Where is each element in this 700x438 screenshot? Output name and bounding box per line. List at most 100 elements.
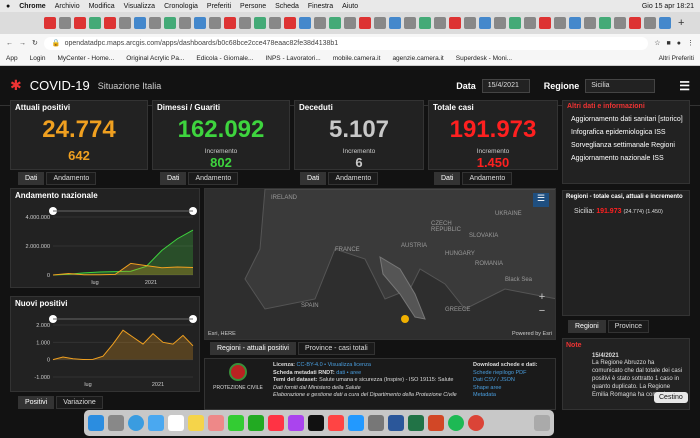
extensions-icon[interactable]: ■ — [667, 40, 671, 47]
date-select[interactable]: 15/4/2021 — [481, 78, 530, 93]
tab-favicon[interactable] — [479, 17, 491, 29]
link-item[interactable]: Infografica epidemiologica ISS — [571, 129, 685, 136]
tab-favicon[interactable] — [164, 17, 176, 29]
tab-favicon[interactable] — [209, 17, 221, 29]
link-item[interactable]: Sorveglianza settimanale Regioni — [571, 142, 685, 149]
tab-favicon[interactable] — [74, 17, 86, 29]
tab-favicon[interactable] — [224, 17, 236, 29]
tab-andamento[interactable]: Andamento — [188, 172, 239, 185]
spotify-icon[interactable] — [448, 415, 464, 431]
tab-variazione[interactable]: Variazione — [56, 396, 103, 409]
tab-province-map[interactable]: Province - casi totali — [297, 342, 375, 355]
mail-icon[interactable] — [148, 415, 164, 431]
tab-favicon[interactable] — [44, 17, 56, 29]
tab-favicon[interactable] — [629, 17, 641, 29]
tab-province[interactable]: Province — [607, 320, 649, 333]
appstore-icon[interactable] — [348, 415, 364, 431]
esri-credit[interactable]: Powered by Esri — [512, 331, 552, 337]
forward-icon[interactable]: → — [19, 40, 26, 47]
sicily-marker[interactable] — [401, 315, 409, 323]
tab-favicon[interactable] — [284, 17, 296, 29]
bookmark-acrylic[interactable]: Original Acrylic Pa... — [126, 55, 184, 62]
list-icon[interactable]: ☰ — [533, 193, 549, 207]
photos-icon[interactable] — [208, 415, 224, 431]
tab-favicon[interactable] — [434, 17, 446, 29]
settings-icon[interactable] — [368, 415, 384, 431]
link-item[interactable]: Aggiornamento dati sanitari [storico] — [571, 116, 685, 123]
menu-modifica[interactable]: Modifica — [89, 3, 115, 10]
new-tab-icon[interactable]: + — [678, 17, 684, 29]
bookmark-inps[interactable]: INPS - Lavoratori... — [265, 55, 320, 62]
apple-icon[interactable]: ● — [6, 3, 10, 10]
tab-favicon[interactable] — [599, 17, 611, 29]
clock[interactable]: Gio 15 apr 18:21 — [642, 3, 694, 10]
podcasts-icon[interactable] — [288, 415, 304, 431]
tab-favicon[interactable] — [584, 17, 596, 29]
tab-dati[interactable]: Dati — [160, 172, 187, 185]
menu-preferiti[interactable]: Preferiti — [207, 3, 231, 10]
menu-icon[interactable]: ☰ — [679, 79, 690, 93]
tv-icon[interactable] — [308, 415, 324, 431]
tab-favicon[interactable] — [269, 17, 281, 29]
tab-andamento[interactable]: Andamento — [46, 172, 97, 185]
tab-favicon[interactable] — [374, 17, 386, 29]
tab-favicon[interactable] — [344, 17, 356, 29]
bookmark-login[interactable]: Login — [30, 55, 46, 62]
zoom-out-button[interactable]: − — [535, 305, 549, 319]
music-icon[interactable] — [268, 415, 284, 431]
tab-favicon[interactable] — [134, 17, 146, 29]
tab-favicon[interactable] — [464, 17, 476, 29]
tab-favicon[interactable] — [359, 17, 371, 29]
calendar-icon[interactable] — [168, 415, 184, 431]
trash-icon[interactable] — [534, 415, 550, 431]
bookmark-camera[interactable]: mobile.camera.it — [333, 55, 381, 62]
menu-visualizza[interactable]: Visualizza — [124, 3, 155, 10]
launchpad-icon[interactable] — [108, 415, 124, 431]
menu-cronologia[interactable]: Cronologia — [164, 3, 198, 10]
tab-favicon[interactable] — [614, 17, 626, 29]
tab-favicon[interactable] — [239, 17, 251, 29]
more-icon[interactable]: ⋮ — [687, 39, 694, 47]
tab-favicon[interactable] — [299, 17, 311, 29]
download-link[interactable]: Shape aree — [473, 385, 555, 393]
notes-icon[interactable] — [188, 415, 204, 431]
tab-positivi[interactable]: Positivi — [18, 396, 55, 409]
menu-scheda[interactable]: Scheda — [275, 3, 299, 10]
menu-finestra[interactable]: Finestra — [308, 3, 333, 10]
region-select[interactable]: Sicilia — [585, 78, 656, 93]
tab-favicon[interactable] — [449, 17, 461, 29]
tab-andamento[interactable]: Andamento — [328, 172, 379, 185]
tab-dati[interactable]: Dati — [18, 172, 45, 185]
tab-dati[interactable]: Dati — [300, 172, 327, 185]
tab-regioni-map[interactable]: Regioni - attuali positivi — [210, 342, 296, 355]
tab-favicon[interactable] — [404, 17, 416, 29]
tab-favicon[interactable] — [89, 17, 101, 29]
tab-favicon[interactable] — [644, 17, 656, 29]
tab-favicon[interactable] — [389, 17, 401, 29]
menu-archivio[interactable]: Archivio — [55, 3, 80, 10]
tab-andamento[interactable]: Andamento — [462, 172, 513, 185]
tab-favicon[interactable] — [494, 17, 506, 29]
bookmark-edicola[interactable]: Edicola - Giornale... — [196, 55, 253, 62]
tab-favicon[interactable] — [179, 17, 191, 29]
download-link[interactable]: Dati CSV / JSON — [473, 377, 555, 385]
tab-favicon[interactable] — [539, 17, 551, 29]
tab-favicon[interactable] — [104, 17, 116, 29]
bookmark-agenzie[interactable]: agenzie.camera.it — [392, 55, 443, 62]
licenza-link[interactable]: CC-BY-4.0 • Visualizza licenza — [297, 362, 371, 368]
regione-row[interactable]: Sicilia: 191.973 (24.774) (1.450) — [566, 208, 686, 215]
link-item[interactable]: Aggiornamento nazionale ISS — [571, 155, 685, 162]
back-icon[interactable]: ← — [6, 40, 13, 47]
map-panel[interactable]: IRELAND CZECH REPUBLIC SLOVAKIA UKRAINE … — [204, 188, 556, 340]
chrome-icon[interactable] — [468, 415, 484, 431]
star-icon[interactable]: ☆ — [654, 39, 660, 47]
tab-favicon[interactable] — [509, 17, 521, 29]
tab-favicon[interactable] — [149, 17, 161, 29]
other-bookmarks[interactable]: Altri Preferiti — [659, 55, 694, 62]
tab-favicon[interactable] — [59, 17, 71, 29]
zoom-in-button[interactable]: + — [535, 291, 549, 305]
menu-aiuto[interactable]: Aiuto — [342, 3, 358, 10]
news-icon[interactable] — [328, 415, 344, 431]
tab-favicon[interactable] — [254, 17, 266, 29]
bookmark-mycenter[interactable]: MyCenter - Home... — [57, 55, 114, 62]
